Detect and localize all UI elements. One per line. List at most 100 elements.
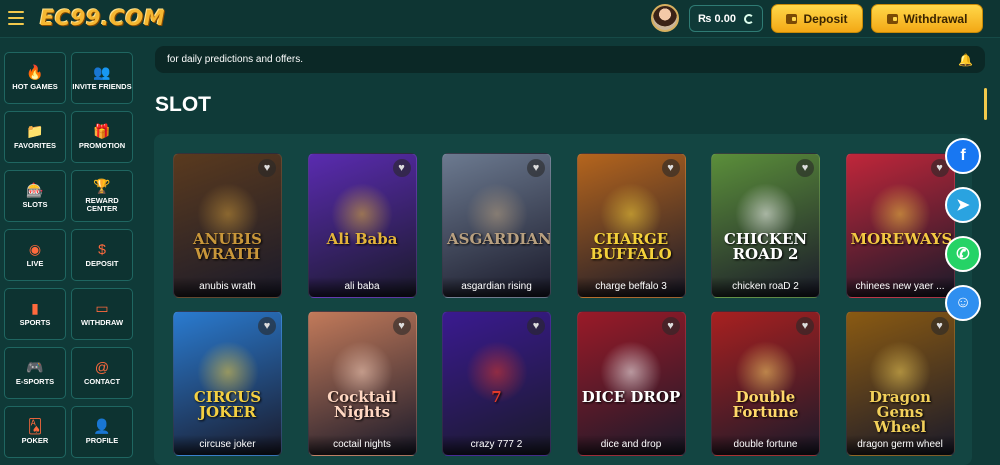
game-logo: MOREWAYS: [850, 230, 953, 248]
avatar[interactable]: [651, 4, 679, 32]
sidebar-item-poker[interactable]: 🂡 POKER: [4, 406, 66, 458]
game-logo: CIRCUS JOKER: [193, 388, 262, 421]
telegram-icon[interactable]: ➤: [945, 187, 981, 223]
trophy-icon: 🏆: [93, 178, 111, 194]
whatsapp-icon[interactable]: ✆: [945, 236, 981, 272]
favorite-heart-icon[interactable]: ♥: [392, 159, 411, 177]
game-card[interactable]: Double Fortune ♥ double fortune: [711, 311, 820, 456]
sidebar-item-withdraw[interactable]: ▭ WITHDRAW: [71, 288, 133, 340]
favorite-heart-icon[interactable]: ♥: [930, 317, 949, 335]
game-card[interactable]: Ali Baba ♥ ali baba: [307, 153, 417, 298]
game-card[interactable]: CHARGE BUFFALO ♥ charge beffalo 3: [576, 153, 686, 298]
monitor-icon: ▭: [95, 300, 109, 316]
game-card[interactable]: ASGARDIAN ♥ asgardian rising: [442, 153, 551, 298]
game-logo: CHICKEN ROAD 2: [723, 230, 808, 263]
game-card[interactable]: MOREWAYS ♥ chinees new yaer ...: [845, 153, 955, 298]
game-logo: ANUBIS WRATH: [193, 230, 262, 263]
balance-display[interactable]: ₨ 0.00: [689, 5, 763, 32]
sidebar-item-label: HOT GAMES: [12, 82, 58, 91]
game-name: double fortune: [712, 435, 819, 455]
support-icon[interactable]: ☺: [945, 285, 981, 321]
game-card[interactable]: CIRCUS JOKER ♥ circuse joker: [173, 311, 282, 456]
game-card[interactable]: ANUBIS WRATH ♥ anubis wrath: [173, 153, 282, 298]
sidebar-item-reward-center[interactable]: 🏆 REWARD CENTER: [71, 170, 133, 222]
game-logo: Cocktail Nights: [327, 388, 397, 421]
favorite-heart-icon[interactable]: ♥: [392, 317, 411, 335]
favorite-heart-icon[interactable]: ♥: [796, 317, 814, 335]
phone-icon: ▮: [31, 300, 39, 316]
game-name: chinees new yaer ...: [846, 277, 954, 297]
sidebar-item-e-sports[interactable]: 🎮 E-SPORTS: [4, 347, 66, 399]
game-logo: ASGARDIAN: [447, 230, 551, 248]
favorite-heart-icon[interactable]: ♥: [258, 159, 276, 177]
game-card[interactable]: Dragon Gems Wheel ♥ dragon germ wheel: [845, 311, 955, 456]
hamburger-menu-icon[interactable]: [8, 11, 24, 25]
sidebar-item-promotion[interactable]: 🎁 PROMOTION: [71, 111, 133, 163]
dollar-icon: $: [98, 241, 106, 257]
game-name: circuse joker: [174, 435, 281, 455]
sidebar-item-hot-games[interactable]: 🔥 HOT GAMES: [4, 52, 66, 104]
poker-icon: 🂡: [27, 418, 43, 434]
sidebar-item-sports[interactable]: ▮ SPORTS: [4, 288, 66, 340]
game-logo: 7: [491, 388, 502, 406]
game-card[interactable]: Cocktail Nights ♥ coctail nights: [307, 311, 417, 456]
person-icon: 👤: [93, 418, 111, 434]
sidebar-item-live[interactable]: ◉ LIVE: [4, 229, 66, 281]
users-icon: 👥: [93, 64, 111, 80]
sidebar-item-label: FAVORITES: [14, 141, 56, 150]
sidebar-item-profile[interactable]: 👤 PROFILE: [71, 406, 133, 458]
game-card[interactable]: DICE DROP ♥ dice and drop: [576, 311, 686, 456]
favorite-heart-icon[interactable]: ♥: [661, 317, 680, 335]
game-name: anubis wrath: [174, 277, 281, 297]
deposit-label: Deposit: [803, 11, 848, 26]
withdrawal-label: Withdrawal: [903, 11, 968, 26]
game-logo: DICE DROP: [581, 388, 681, 406]
game-name: chicken roaD 2: [712, 277, 819, 297]
section-title: SLOT: [155, 93, 211, 116]
scroll-indicator[interactable]: [984, 88, 987, 120]
bell-icon[interactable]: 🔔: [958, 53, 973, 67]
game-card[interactable]: 7 ♥ crazy 777 2: [442, 311, 551, 456]
game-logo: Ali Baba: [326, 230, 398, 248]
game-name: charge beffalo 3: [577, 277, 685, 297]
game-logo: Dragon Gems Wheel: [868, 388, 932, 436]
slot-machine-icon: 🎰: [26, 182, 44, 198]
game-logo: CHARGE BUFFALO: [590, 230, 672, 263]
folder-icon: 📁: [26, 123, 44, 139]
sidebar-item-invite-friends[interactable]: 👥 INVITE FRIENDS: [71, 52, 133, 104]
roulette-icon: ◉: [28, 241, 42, 257]
sidebar-item-slots[interactable]: 🎰 SLOTS: [4, 170, 66, 222]
sidebar-item-label: INVITE FRIENDS: [72, 82, 132, 91]
game-name: crazy 777 2: [443, 435, 550, 455]
sidebar-item-label: CONTACT: [83, 377, 121, 386]
sidebar-item-label: LIVE: [26, 259, 44, 268]
withdrawal-button[interactable]: Withdrawal: [871, 4, 983, 33]
game-card[interactable]: CHICKEN ROAD 2 ♥ chicken roaD 2: [711, 153, 820, 298]
game-logo: Double Fortune: [732, 388, 799, 421]
game-name: asgardian rising: [443, 277, 550, 297]
favorite-heart-icon[interactable]: ♥: [527, 317, 545, 335]
sidebar-item-label: PROMOTION: [78, 141, 126, 150]
favorite-heart-icon[interactable]: ♥: [258, 317, 276, 335]
game-name: dice and drop: [577, 435, 685, 455]
facebook-icon[interactable]: f: [945, 138, 981, 174]
favorite-heart-icon[interactable]: ♥: [527, 159, 545, 177]
balance-amount: ₨ 0.00: [698, 12, 736, 25]
sidebar-item-label: PROFILE: [85, 436, 119, 445]
sidebar-item-deposit[interactable]: $ DEPOSIT: [71, 229, 133, 281]
favorite-heart-icon[interactable]: ♥: [661, 159, 680, 177]
sidebar-item-contact[interactable]: @ CONTACT: [71, 347, 133, 399]
game-name: coctail nights: [308, 435, 416, 455]
sidebar-item-label: POKER: [21, 436, 49, 445]
sidebar-item-label: DEPOSIT: [85, 259, 119, 268]
wallet-icon: [786, 13, 798, 24]
sidebar-item-favorites[interactable]: 📁 FAVORITES: [4, 111, 66, 163]
favorite-heart-icon[interactable]: ♥: [796, 159, 814, 177]
deposit-button[interactable]: Deposit: [771, 4, 863, 33]
sidebar-item-label: WITHDRAW: [80, 318, 124, 327]
refresh-icon[interactable]: [743, 13, 754, 24]
games-panel: ANUBIS WRATH ♥ anubis wrath Ali Baba ♥ ali ba…: [154, 134, 972, 465]
notice-text: for daily predictions and offers.: [167, 54, 304, 65]
sidebar: 🔥 HOT GAMES 👥 INVITE FRIENDS 📁 FAVORITES 🎁 PROM…: [0, 46, 142, 465]
site-logo[interactable]: EC99.COM: [40, 6, 165, 30]
